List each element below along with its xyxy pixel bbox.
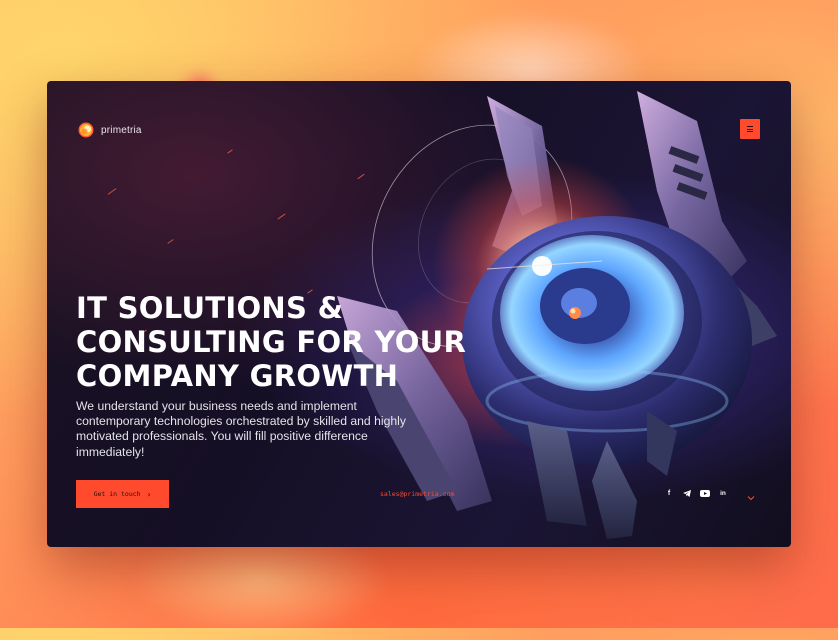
sun-ring-icon [77,121,95,139]
headline-line: COMPANY GROWTH [76,359,399,393]
particle-decoration [107,188,117,195]
email-link[interactable]: sales@primetria.com [380,490,454,498]
get-in-touch-button[interactable]: Get in touch › [76,480,169,508]
brand-name: primetria [101,124,142,136]
telegram-icon[interactable] [682,489,692,498]
landing-page-window: primetria IT SOLUTIONS & CONSULTING FOR … [47,81,791,547]
hamburger-menu-icon [747,126,753,132]
brand-logo[interactable]: primetria [77,121,142,139]
headline-line: IT SOLUTIONS & [76,291,344,325]
hero-headline: IT SOLUTIONS & CONSULTING FOR YOUR COMPA… [76,291,596,393]
chevron-right-icon: › [146,489,152,499]
youtube-icon[interactable] [700,489,710,498]
particle-decoration [167,239,174,244]
headline-line: CONSULTING FOR YOUR [76,325,467,359]
linkedin-icon[interactable]: in [718,489,728,498]
linkedin-glyph: in [720,490,726,497]
particle-decoration [227,149,233,154]
facebook-icon[interactable]: f [664,489,674,498]
menu-button[interactable] [740,119,760,139]
hero-description: We understand your business needs and im… [76,399,406,459]
cta-label: Get in touch [93,490,141,498]
particle-decoration [277,213,286,220]
facebook-glyph: f [667,490,671,497]
social-links: f in [664,489,728,498]
chevron-down-icon[interactable] [747,489,755,501]
